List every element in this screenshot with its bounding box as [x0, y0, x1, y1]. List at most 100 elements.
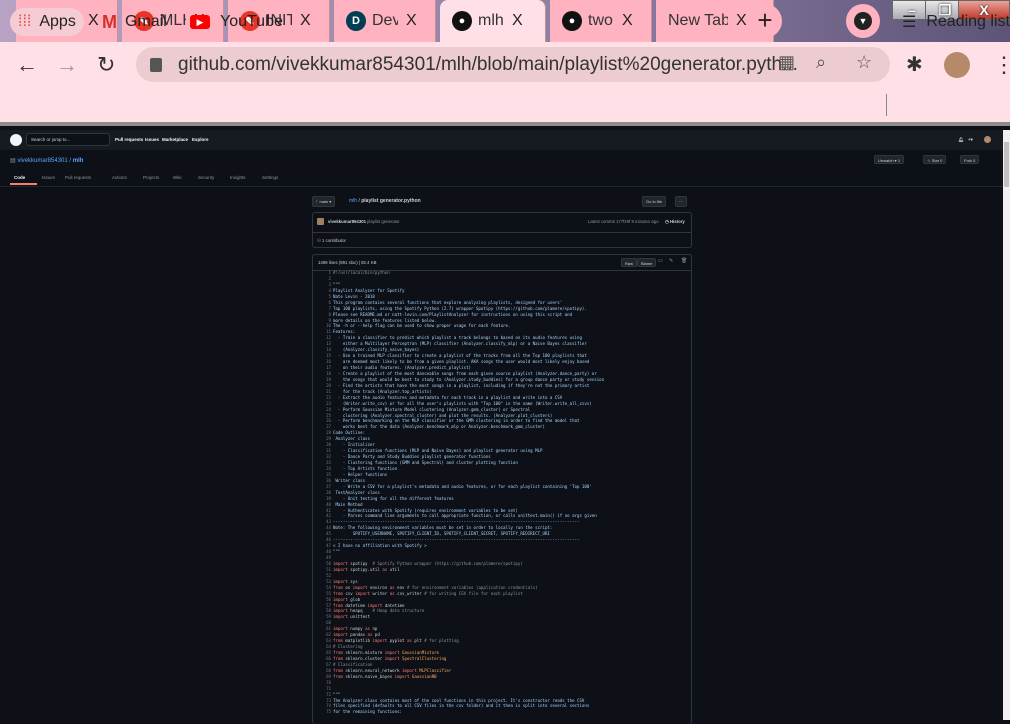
browser-tab[interactable]: ● mlh X [440, 0, 546, 42]
tab-security[interactable]: Security [198, 175, 214, 180]
search-input[interactable]: Search or jump to... [26, 133, 110, 146]
bookmark-gmail[interactable]: M Gmail [102, 8, 167, 36]
tab-actions[interactable]: Actions [112, 175, 127, 180]
trash-icon[interactable]: 🗑︎ [681, 258, 687, 264]
nav-pull-requests[interactable]: Pull requests [115, 137, 143, 142]
close-tab-icon[interactable]: X [300, 12, 311, 30]
repo-owner-link[interactable]: vivekkumar854301 [17, 158, 67, 164]
nav-marketplace[interactable]: Marketplace [162, 137, 188, 142]
button-label: Fork [964, 157, 972, 163]
tab-pull-requests[interactable]: Pull requests [65, 175, 91, 180]
close-tab-icon[interactable]: X [622, 12, 633, 30]
tab-settings[interactable]: Settings [262, 175, 278, 180]
code-token: # Heap data structure [372, 608, 425, 614]
latest-commit[interactable]: Latest commit 177f49f 8 minutes ago [588, 219, 658, 224]
tab-wiki[interactable]: Wiki [173, 175, 182, 180]
line-number[interactable]: 75 [313, 709, 331, 715]
code-token: environ [367, 584, 390, 590]
scrollbar-thumb[interactable] [1004, 142, 1009, 187]
code-token: # Clustering [333, 644, 363, 650]
reading-list-button[interactable]: ☰ Reading list [902, 8, 1010, 36]
breadcrumb-repo[interactable]: mlh [349, 198, 357, 204]
github-logo-icon[interactable] [10, 134, 22, 146]
contributors[interactable]: ⚇ 1 contributor [317, 238, 346, 244]
code-token: import [384, 650, 400, 655]
back-button[interactable]: ← [16, 52, 38, 78]
forward-button[interactable]: → [56, 52, 78, 78]
raw-button[interactable]: Raw [621, 258, 638, 267]
code-token: import [372, 638, 388, 644]
bookmark-apps[interactable]: ⁞⁞⁞ Apps [10, 8, 84, 36]
code-token: from [333, 602, 343, 608]
tab-code[interactable]: Code [14, 175, 25, 180]
fork-button[interactable]: Fork 0 [960, 155, 980, 164]
new-tab-button[interactable]: + [748, 4, 782, 38]
nav-issues[interactable]: Issues [145, 137, 159, 142]
code-token: sklearn.neural_network [342, 667, 403, 673]
github-icon: ● [562, 11, 582, 31]
active-tab-indicator [10, 183, 37, 185]
commit-message[interactable]: playlist generator [367, 219, 400, 224]
zoom-icon[interactable]: ⌕ [816, 52, 826, 73]
tab-search-button[interactable]: ▼ [846, 4, 880, 38]
blame-button[interactable]: Blame [637, 258, 657, 267]
commit-box [312, 212, 692, 248]
code-token: from [333, 655, 343, 661]
close-tab-icon[interactable]: X [512, 12, 523, 30]
code-token: - Dance Party and Study Buddies playlist… [333, 454, 491, 460]
code-token: import [352, 584, 368, 590]
history-link[interactable]: ◷ History [665, 219, 685, 225]
code-token: """ [333, 549, 341, 555]
repo-name-link[interactable]: mlh [73, 158, 84, 164]
code-token: datetime [382, 602, 405, 608]
commit-author[interactable]: vivekkumar854301 [328, 219, 366, 224]
code-token: SPOTIFY_USERNAME, SPOTIFY_CLIENT_ID, SPO… [333, 531, 550, 537]
close-tab-icon[interactable]: X [88, 12, 99, 30]
browser-tab[interactable]: ● two X [550, 0, 652, 42]
bookmark-youtube[interactable]: ▶ YouTube [190, 8, 283, 36]
code-token: - Use a trained MLP classifier to create… [333, 353, 587, 359]
bookmark-star-icon[interactable]: ☆ [856, 52, 872, 73]
code-token: from [333, 650, 343, 655]
code-token: The Analyzer class contains most of the … [333, 697, 585, 703]
code-token: - Unit testing for all the different fea… [333, 495, 454, 501]
user-avatar[interactable] [984, 136, 991, 143]
github-icon: ● [452, 11, 472, 31]
tab-insights[interactable]: Insights [230, 175, 246, 180]
code-token: - Create a playlist of the most danceabl… [333, 370, 597, 376]
code-token: < I have no affiliation with Spotify > [333, 543, 427, 549]
menu-icon[interactable]: ⋮ [993, 52, 1010, 78]
tab-issues[interactable]: Issues [42, 175, 55, 180]
youtube-icon: ▶ [190, 15, 210, 29]
code-token: Features: [333, 329, 356, 335]
code-line: 75 for the remaining functions: [313, 709, 691, 715]
code-token: datetime [342, 602, 368, 608]
unwatch-button[interactable]: Unwatch ▾ 1 [874, 155, 905, 164]
extensions-icon[interactable]: ✱ [906, 52, 923, 77]
star-button[interactable]: ☆ Star 0 [923, 155, 947, 164]
code-token: more details on the features listed belo… [333, 317, 437, 323]
go-to-file-button[interactable]: Go to file [642, 196, 667, 207]
code-token: - Find the artists that have the most so… [333, 382, 590, 388]
browser-tab[interactable]: D Dev X [334, 0, 436, 42]
code-token: either a Multilayer Perceptron (MLP) cla… [333, 341, 587, 347]
close-tab-icon[interactable]: X [406, 12, 417, 30]
address-bar[interactable]: github.com/vivekkumar854301/mlh/blob/mai… [136, 47, 890, 82]
nav-explore[interactable]: Explore [192, 137, 209, 142]
create-new-icon[interactable]: +▾ [968, 137, 973, 143]
code-token: # Classification [333, 661, 373, 667]
tab-projects[interactable]: Projects [143, 175, 159, 180]
scrollbar[interactable] [1003, 130, 1010, 720]
code-view: 1 #!/usr/local/bin/python 2 3 """ 4 Playlist A… [313, 270, 691, 715]
code-token: the songs that would be best to study to… [333, 376, 605, 382]
close-tab-icon[interactable]: X [736, 12, 747, 30]
desktop-icon[interactable]: ▭ [658, 258, 663, 264]
code-token: Top 100 playlists, using the Spotify Pyt… [333, 305, 587, 311]
avatar[interactable] [944, 52, 970, 78]
edit-pencil-icon[interactable]: ✎ [669, 258, 673, 264]
more-options-button[interactable]: ··· [675, 196, 687, 207]
reload-button[interactable]: ↻ [97, 52, 115, 78]
notifications-icon[interactable]: 🔔︎ [958, 137, 964, 143]
branch-select[interactable]: ᚴ main ▾ [312, 196, 336, 207]
install-app-icon[interactable]: ▦ [778, 52, 795, 73]
